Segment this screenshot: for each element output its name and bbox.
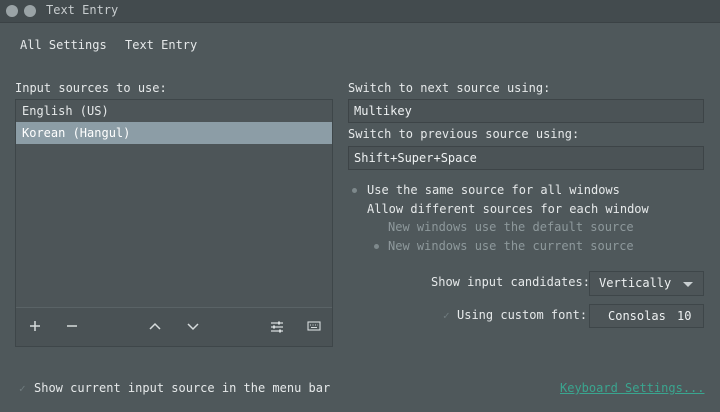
- chevron-up-icon[interactable]: [144, 316, 166, 338]
- prev-source-label: Switch to previous source using:: [348, 127, 580, 141]
- keyboard-icon[interactable]: [303, 316, 325, 338]
- custom-font-label: Using custom font:: [457, 308, 588, 322]
- title-bar: Text Entry: [0, 0, 720, 23]
- next-source-shortcut-field[interactable]: Multikey: [348, 99, 704, 123]
- remove-icon[interactable]: [61, 316, 83, 338]
- close-window-button[interactable]: [6, 5, 18, 17]
- breadcrumb-text-entry[interactable]: Text Entry: [125, 38, 197, 52]
- list-toolbar: [16, 307, 332, 346]
- menu-bar-check-icon[interactable]: ✓: [19, 382, 26, 395]
- prev-source-shortcut-field[interactable]: Shift+Super+Space: [348, 146, 704, 170]
- menu-bar-checkbox-label[interactable]: Show current input source in the menu ba…: [34, 381, 330, 395]
- breadcrumb-all-settings[interactable]: All Settings: [20, 38, 107, 52]
- input-candidates-value: Vertically: [599, 276, 672, 290]
- custom-font-button[interactable]: Consolas 10: [589, 304, 704, 328]
- font-size: 10: [677, 309, 692, 323]
- input-candidates-dropdown[interactable]: Vertically: [589, 271, 704, 296]
- radio-current-source[interactable]: New windows use the current source: [388, 239, 634, 253]
- chevron-down-icon: [683, 282, 693, 287]
- minimize-window-button[interactable]: [24, 5, 36, 17]
- radio-dot-same-source: [352, 188, 357, 193]
- chevron-down-icon[interactable]: [182, 316, 204, 338]
- list-item-english[interactable]: English (US): [16, 100, 332, 122]
- window-title: Text Entry: [46, 3, 119, 17]
- list-item-korean[interactable]: Korean (Hangul): [16, 122, 332, 144]
- keyboard-settings-link[interactable]: Keyboard Settings...: [560, 381, 705, 395]
- custom-font-check-icon[interactable]: ✓: [443, 309, 450, 322]
- input-candidates-label: Show input candidates:: [431, 275, 590, 289]
- radio-dot-current-source: [374, 244, 379, 249]
- sliders-icon[interactable]: [266, 316, 288, 338]
- next-source-label: Switch to next source using:: [348, 81, 551, 95]
- add-icon[interactable]: [24, 316, 46, 338]
- font-name: Consolas: [608, 309, 666, 323]
- radio-same-source[interactable]: Use the same source for all windows: [367, 183, 620, 197]
- radio-different-sources[interactable]: Allow different sources for each window: [367, 202, 649, 216]
- input-sources-list[interactable]: English (US) Korean (Hangul): [15, 99, 333, 347]
- input-sources-header: Input sources to use:: [15, 81, 167, 95]
- radio-default-source[interactable]: New windows use the default source: [388, 220, 634, 234]
